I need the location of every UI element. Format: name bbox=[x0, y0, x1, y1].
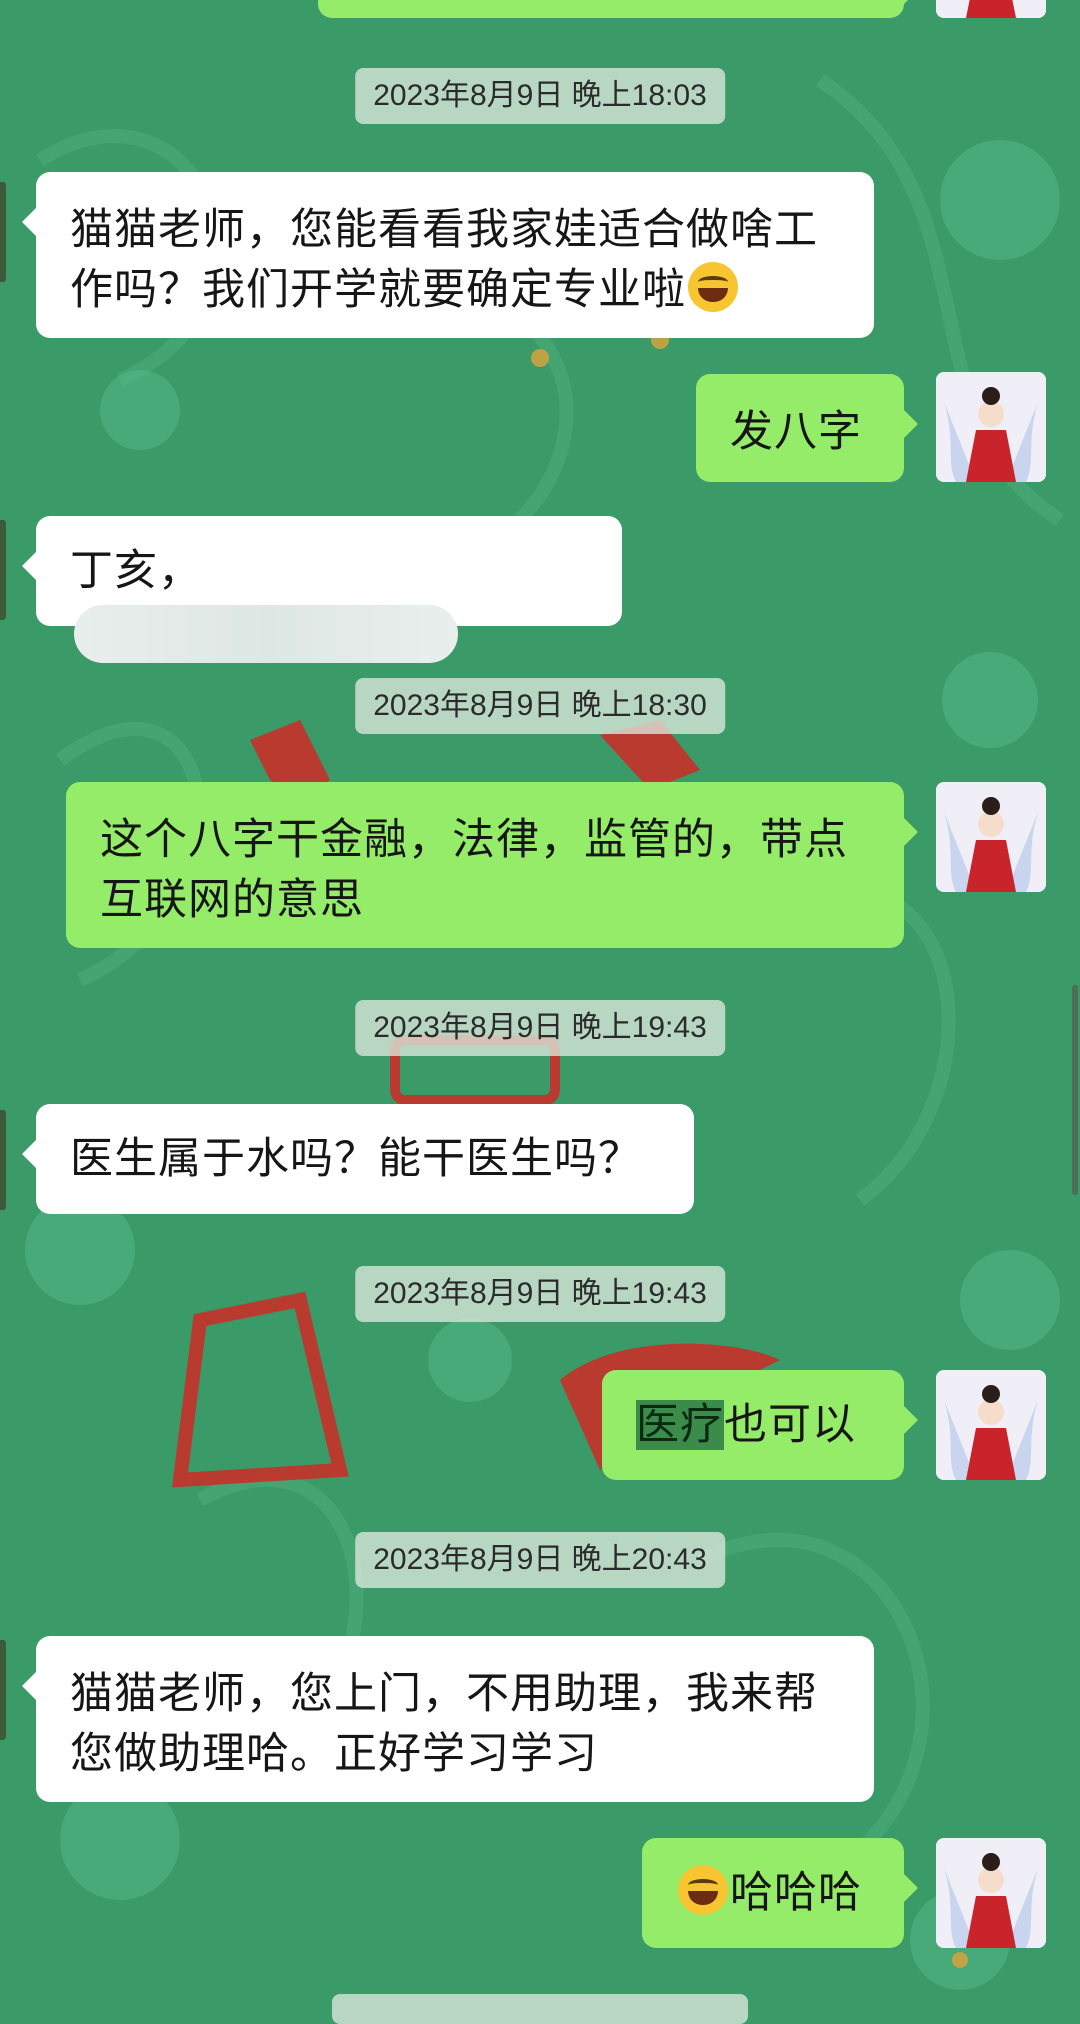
incoming-message[interactable]: 猫猫老师，您能看看我家娃适合做啥工作吗？我们开学就要确定专业啦 bbox=[22, 172, 874, 338]
timestamp: 2023年8月9日 晚上20:43 bbox=[355, 1532, 725, 1588]
self-avatar[interactable] bbox=[936, 1370, 1046, 1480]
highlighted-text[interactable]: 医疗 bbox=[636, 1400, 724, 1450]
self-avatar[interactable] bbox=[936, 1838, 1046, 1948]
contact-avatar-edge[interactable] bbox=[0, 182, 6, 282]
self-avatar[interactable] bbox=[936, 782, 1046, 892]
timestamp: 2023年8月9日 晚上18:03 bbox=[355, 68, 725, 124]
tears-of-joy-face-icon bbox=[678, 1865, 728, 1915]
incoming-message[interactable]: 丁亥， bbox=[22, 516, 622, 663]
partial-timestamp bbox=[332, 1994, 748, 2024]
message-text: 哈哈哈 bbox=[730, 1868, 862, 1918]
timestamp: 2023年8月9日 晚上19:43 bbox=[355, 1266, 725, 1322]
redacted-content bbox=[74, 604, 458, 663]
self-avatar[interactable] bbox=[936, 372, 1046, 482]
contact-avatar-edge[interactable] bbox=[0, 520, 6, 620]
scrollbar[interactable] bbox=[1072, 985, 1078, 1195]
message-text: 发八字 bbox=[730, 407, 862, 457]
contact-avatar-edge[interactable] bbox=[0, 1640, 6, 1740]
grinning-squinting-face-icon bbox=[688, 262, 738, 312]
outgoing-message[interactable]: 医疗也可以 bbox=[602, 1370, 918, 1480]
outgoing-message[interactable]: 发八字 bbox=[696, 374, 918, 482]
outgoing-message[interactable]: 这个八字干金融，法律，监管的，带点互联网的意思 bbox=[66, 782, 918, 948]
timestamp: 2023年8月9日 晚上19:43 bbox=[355, 1000, 725, 1056]
message-text: 也可以 bbox=[724, 1400, 856, 1450]
message-text: 丁亥， bbox=[70, 546, 202, 596]
message-text: 医生属于水吗？能干医生吗？ bbox=[70, 1134, 642, 1184]
partial-outgoing-message[interactable] bbox=[318, 0, 918, 18]
incoming-message[interactable]: 猫猫老师，您上门，不用助理，我来帮您做助理哈。正好学习学习 bbox=[22, 1636, 874, 1802]
timestamp: 2023年8月9日 晚上18:30 bbox=[355, 678, 725, 734]
incoming-message[interactable]: 医生属于水吗？能干医生吗？ bbox=[22, 1104, 694, 1214]
partial-self-avatar[interactable] bbox=[936, 0, 1046, 18]
message-text: 这个八字干金融，法律，监管的，带点互联网的意思 bbox=[100, 815, 848, 925]
message-text: 猫猫老师，您上门，不用助理，我来帮您做助理哈。正好学习学习 bbox=[70, 1669, 818, 1779]
contact-avatar-edge[interactable] bbox=[0, 1110, 6, 1210]
outgoing-message[interactable]: 哈哈哈 bbox=[642, 1838, 918, 1948]
